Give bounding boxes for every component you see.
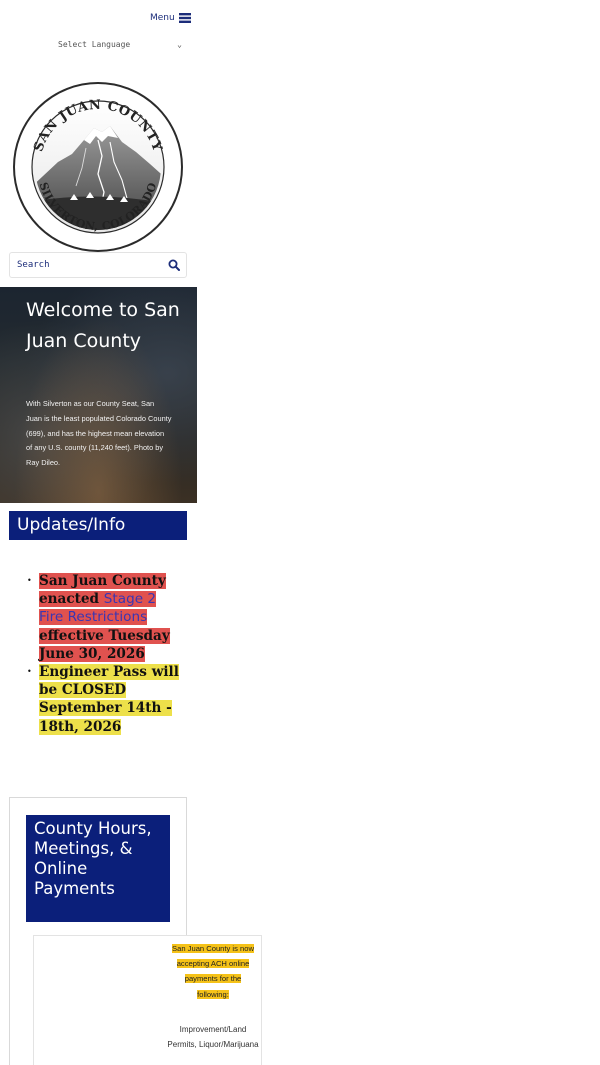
hours-heading[interactable]: County Hours, Meetings, & Online Payment… [26,815,170,922]
updates-list: San Juan County enacted Stage 2 Fire Res… [24,572,184,736]
fire-restriction-notice: San Juan County enacted Stage 2 Fire Res… [39,573,170,662]
engineer-pass-notice: Engineer Pass will be CLOSED September 1… [39,664,179,735]
hero-banner: Welcome to San Juan County With Silverto… [0,287,197,503]
search-input[interactable]: Search [17,260,50,270]
hero-description: With Silverton as our County Seat, San J… [26,399,172,468]
ach-items-list: Improvement/Land Permits, Liquor/Marijua… [167,1025,259,1049]
page: Menu Select Language ⌄ SAN JUAN COUNTY S… [0,0,600,1065]
ach-notice-text: San Juan County is now accepting ACH onl… [172,944,254,999]
menu-label: Menu [150,13,175,23]
language-select-label: Select Language [58,39,131,49]
menu-button[interactable]: Menu [150,13,191,23]
list-item: Engineer Pass will be CLOSED September 1… [24,663,184,736]
hamburger-icon [178,13,191,23]
language-select[interactable]: Select Language ⌄ [58,37,182,51]
updates-heading: Updates/Info [9,511,187,540]
search-icon[interactable] [168,259,180,271]
county-seal-logo[interactable]: SAN JUAN COUNTY SILVERTON, COLORADO [10,82,186,252]
fire-notice-suffix: effective Tuesday June 30, 2026 [39,627,170,662]
hero-title: Welcome to San Juan County [26,299,180,352]
ach-notice: San Juan County is now accepting ACH onl… [170,941,256,1002]
list-item: San Juan County enacted Stage 2 Fire Res… [24,572,184,663]
chevron-down-icon: ⌄ [177,39,182,49]
search-field[interactable]: Search [9,252,187,278]
